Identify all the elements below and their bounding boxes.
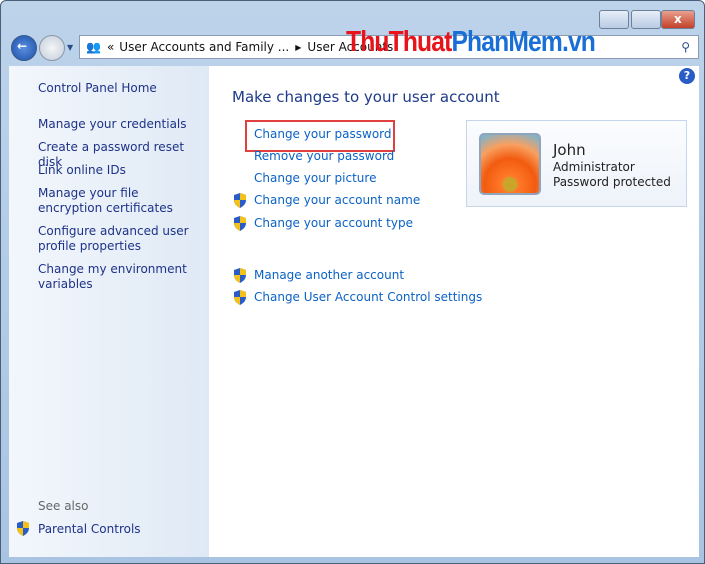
search-icon[interactable]: ⚲ bbox=[681, 40, 690, 54]
page-title: Make changes to your user account bbox=[232, 88, 500, 106]
back-button[interactable]: ← bbox=[11, 35, 37, 61]
close-button[interactable]: x bbox=[661, 10, 695, 29]
recent-pages-icon[interactable]: ▼ bbox=[67, 43, 73, 52]
sidebar-link[interactable]: Manage your credentials bbox=[38, 117, 187, 132]
account-name: John bbox=[553, 141, 586, 159]
chevron-right-icon: ▶ bbox=[295, 42, 302, 52]
forward-button[interactable] bbox=[39, 35, 65, 61]
change-account-name-link[interactable]: Change your account name bbox=[254, 193, 420, 208]
uac-settings-link[interactable]: Change User Account Control settings bbox=[254, 290, 482, 305]
sidebar-link[interactable]: Link online IDs bbox=[38, 163, 126, 178]
account-status: Password protected bbox=[553, 175, 671, 189]
change-password-link[interactable]: Change your password bbox=[254, 127, 392, 142]
manage-another-account-link[interactable]: Manage another account bbox=[254, 268, 404, 283]
parental-controls-link[interactable]: Parental Controls bbox=[38, 522, 141, 537]
change-account-type-link[interactable]: Change your account type bbox=[254, 216, 413, 231]
account-role: Administrator bbox=[553, 160, 635, 174]
shield-icon bbox=[234, 216, 246, 231]
watermark: ThuThuatPhanMem.vn bbox=[346, 26, 596, 58]
shield-icon bbox=[234, 193, 246, 208]
shield-icon bbox=[234, 290, 246, 305]
shield-icon bbox=[234, 268, 246, 283]
shield-icon bbox=[17, 521, 29, 536]
sidebar-link[interactable]: Manage your file encryption certificates bbox=[38, 186, 203, 216]
sidebar: Control Panel Home Manage your credentia… bbox=[9, 66, 209, 557]
control-panel-home-link[interactable]: Control Panel Home bbox=[38, 81, 157, 96]
account-card: John Administrator Password protected bbox=[466, 120, 687, 207]
user-accounts-icon: 👥 bbox=[86, 40, 101, 54]
see-also-label: See also bbox=[38, 499, 89, 513]
change-picture-link[interactable]: Change your picture bbox=[254, 171, 376, 186]
breadcrumb-item[interactable]: User Accounts and Family ... bbox=[119, 40, 289, 54]
main-panel: ? Make changes to your user account Chan… bbox=[209, 66, 699, 557]
maximize-button[interactable] bbox=[631, 10, 661, 29]
sidebar-link[interactable]: Configure advanced user profile properti… bbox=[38, 224, 198, 254]
overflow-icon: « bbox=[106, 40, 115, 54]
window: x ← ▼ 👥 « User Accounts and Family ... ▶… bbox=[0, 0, 705, 564]
remove-password-link[interactable]: Remove your password bbox=[254, 149, 394, 164]
help-icon[interactable]: ? bbox=[679, 68, 695, 84]
minimize-button[interactable] bbox=[599, 10, 629, 29]
sidebar-link[interactable]: Change my environment variables bbox=[38, 262, 198, 292]
account-picture bbox=[479, 133, 541, 195]
